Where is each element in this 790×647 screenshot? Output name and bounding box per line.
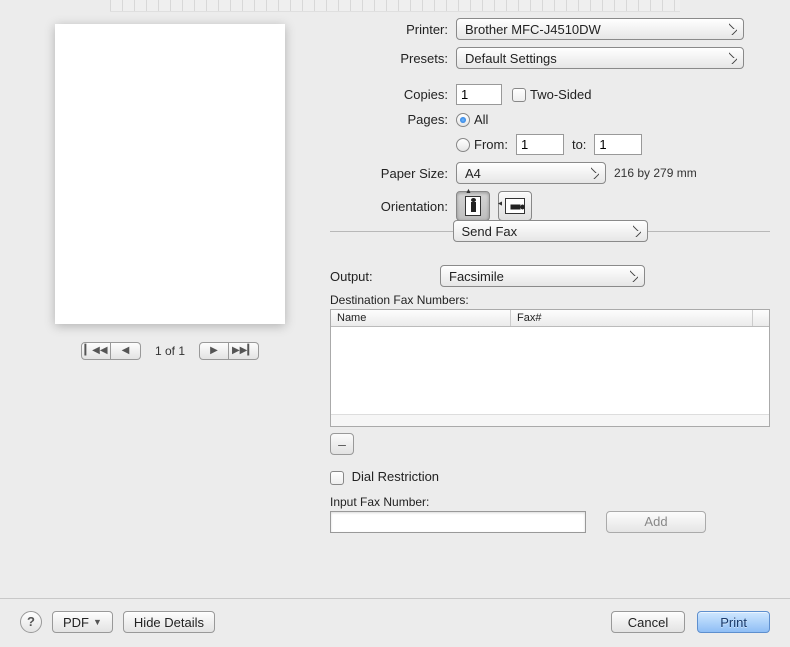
pages-to-label: to: <box>572 137 586 152</box>
last-page-button[interactable]: ▶▶▎ <box>229 342 259 360</box>
printer-select[interactable]: Brother MFC-J4510DW <box>456 18 744 40</box>
dial-restriction-checkbox[interactable] <box>330 471 344 485</box>
cancel-button[interactable]: Cancel <box>611 611 685 633</box>
copies-input[interactable] <box>456 84 502 105</box>
page-preview <box>55 24 285 324</box>
orientation-landscape-button[interactable] <box>498 191 532 221</box>
chevron-down-icon: ▼ <box>93 617 102 627</box>
page-count-label: 1 of 1 <box>155 344 185 358</box>
minus-icon: – <box>338 436 346 452</box>
preview-column: ▎◀◀ ◀ 1 of 1 ▶ ▶▶▎ <box>20 18 320 360</box>
table-body[interactable] <box>331 327 769 414</box>
paper-dimensions: 216 by 279 mm <box>614 166 697 180</box>
dialog-footer: ? PDF▼ Hide Details Cancel Print <box>0 598 790 633</box>
input-fax-label: Input Fax Number: <box>330 495 770 509</box>
pane-select[interactable]: Send Fax <box>453 220 648 242</box>
presets-value: Default Settings <box>465 51 557 66</box>
print-dialog: ▎◀◀ ◀ 1 of 1 ▶ ▶▶▎ Printer: Brother MFC-… <box>0 0 790 533</box>
paper-size-label: Paper Size: <box>330 166 456 181</box>
presets-select[interactable]: Default Settings <box>456 47 744 69</box>
add-button[interactable]: Add <box>606 511 706 533</box>
two-sided-checkbox[interactable] <box>512 88 526 102</box>
orientation-label: Orientation: <box>330 199 456 214</box>
dest-fax-label: Destination Fax Numbers: <box>330 293 770 307</box>
portrait-icon <box>465 196 481 216</box>
paper-size-value: A4 <box>465 166 481 181</box>
pages-all-label: All <box>474 112 488 127</box>
col-name[interactable]: Name <box>331 310 511 326</box>
pane-divider: Send Fax <box>330 231 770 255</box>
help-button[interactable]: ? <box>20 611 42 633</box>
pdf-button[interactable]: PDF▼ <box>52 611 113 633</box>
output-label: Output: <box>330 269 440 284</box>
pane-value: Send Fax <box>462 224 518 239</box>
remove-entry-button[interactable]: – <box>330 433 354 455</box>
table-header: Name Fax# <box>331 310 769 327</box>
document-ruler <box>110 0 680 12</box>
col-end <box>753 310 769 326</box>
printer-label: Printer: <box>330 22 456 37</box>
dial-restriction-label: Dial Restriction <box>352 469 439 484</box>
fax-numbers-table[interactable]: Name Fax# <box>330 309 770 427</box>
pages-label: Pages: <box>330 112 456 127</box>
pages-from-input[interactable] <box>516 134 564 155</box>
table-footer <box>331 414 769 426</box>
prev-page-button[interactable]: ◀ <box>111 342 141 360</box>
fax-number-input[interactable] <box>330 511 586 533</box>
hide-details-button[interactable]: Hide Details <box>123 611 215 633</box>
pages-all-radio[interactable] <box>456 113 470 127</box>
print-button[interactable]: Print <box>697 611 770 633</box>
col-fax[interactable]: Fax# <box>511 310 753 326</box>
pages-from-label: From: <box>474 137 508 152</box>
landscape-icon <box>505 198 525 214</box>
presets-label: Presets: <box>330 51 456 66</box>
paper-size-select[interactable]: A4 <box>456 162 606 184</box>
orientation-portrait-button[interactable] <box>456 191 490 221</box>
output-value: Facsimile <box>449 269 504 284</box>
settings-column: Printer: Brother MFC-J4510DW Presets: De… <box>320 18 770 533</box>
help-icon: ? <box>27 614 35 629</box>
next-page-button[interactable]: ▶ <box>199 342 229 360</box>
copies-label: Copies: <box>330 87 456 102</box>
printer-value: Brother MFC-J4510DW <box>465 22 601 37</box>
output-select[interactable]: Facsimile <box>440 265 645 287</box>
pages-range-radio[interactable] <box>456 138 470 152</box>
two-sided-label: Two-Sided <box>530 87 591 102</box>
preview-pager: ▎◀◀ ◀ 1 of 1 ▶ ▶▶▎ <box>81 342 259 360</box>
pages-to-input[interactable] <box>594 134 642 155</box>
first-page-button[interactable]: ▎◀◀ <box>81 342 111 360</box>
